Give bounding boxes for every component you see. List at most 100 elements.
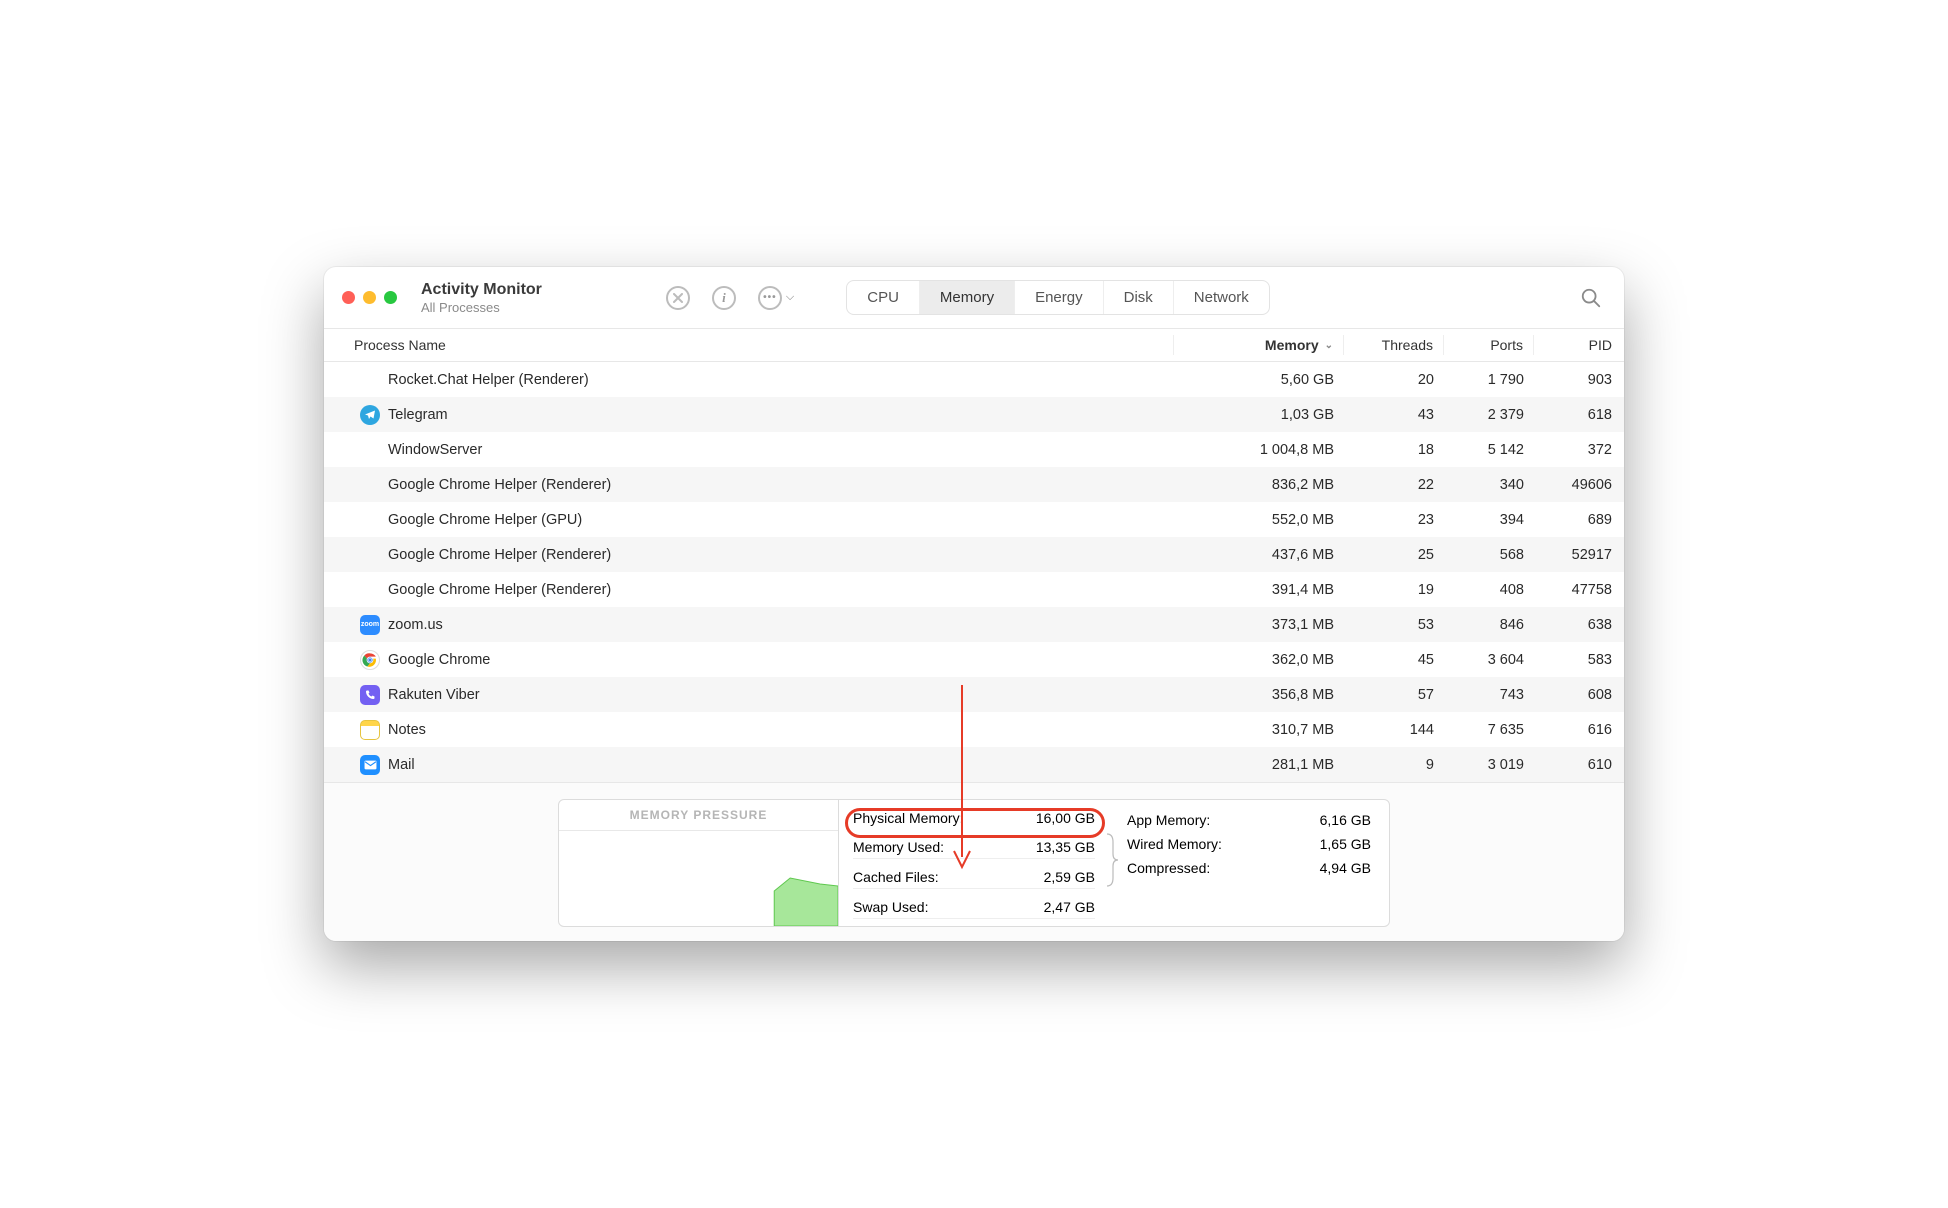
process-pid: 372	[1534, 442, 1624, 458]
memory-used-label: Memory Used:	[853, 839, 944, 855]
info-button[interactable]: i	[712, 286, 736, 310]
table-row[interactable]: Google Chrome362,0 MB453 604583	[324, 642, 1624, 677]
bracket-icon	[1105, 832, 1119, 888]
memory-stats-box: MEMORY PRESSURE Physical Memory: 16,00 G…	[558, 799, 1390, 927]
compressed-value: 4,94 GB	[1320, 860, 1371, 876]
table-row[interactable]: WindowServer1 004,8 MB185 142372	[324, 432, 1624, 467]
tab-cpu[interactable]: CPU	[847, 281, 920, 314]
process-memory: 437,6 MB	[1174, 547, 1344, 563]
process-pid: 52917	[1534, 547, 1624, 563]
process-pid: 616	[1534, 722, 1624, 738]
table-row[interactable]: Notes310,7 MB1447 635616	[324, 712, 1624, 747]
tab-energy[interactable]: Energy	[1015, 281, 1104, 314]
swap-used-value: 2,47 GB	[1044, 899, 1095, 915]
minimize-window-button[interactable]	[363, 291, 376, 304]
tab-disk[interactable]: Disk	[1104, 281, 1174, 314]
col-ports[interactable]: Ports	[1444, 335, 1534, 355]
process-name: Notes	[388, 722, 1174, 738]
process-memory: 281,1 MB	[1174, 757, 1344, 773]
activity-monitor-window: Activity Monitor All Processes i ••• ⌵ C…	[324, 267, 1624, 941]
table-row[interactable]: Rakuten Viber356,8 MB57743608	[324, 677, 1624, 712]
telegram-icon	[360, 405, 380, 425]
process-memory: 310,7 MB	[1174, 722, 1344, 738]
process-threads: 45	[1344, 652, 1444, 668]
title-block: Activity Monitor All Processes	[421, 281, 542, 315]
process-memory: 836,2 MB	[1174, 477, 1344, 493]
process-pid: 608	[1534, 687, 1624, 703]
process-name: WindowServer	[388, 442, 1174, 458]
physical-memory-label: Physical Memory:	[853, 810, 963, 826]
more-menu-button[interactable]: ••• ⌵	[758, 286, 794, 310]
table-row[interactable]: Telegram1,03 GB432 379618	[324, 397, 1624, 432]
process-threads: 9	[1344, 757, 1444, 773]
swap-used-label: Swap Used:	[853, 899, 928, 915]
process-threads: 53	[1344, 617, 1444, 633]
process-threads: 19	[1344, 582, 1444, 598]
row-icon-cell	[324, 650, 388, 670]
zoom-icon: zoom	[360, 615, 380, 635]
process-name: Google Chrome Helper (Renderer)	[388, 582, 1174, 598]
process-name: Rocket.Chat Helper (Renderer)	[388, 372, 1174, 388]
wired-memory-label: Wired Memory:	[1127, 836, 1222, 852]
col-threads[interactable]: Threads	[1344, 335, 1444, 355]
compressed-label: Compressed:	[1127, 860, 1210, 876]
col-pid[interactable]: PID	[1534, 335, 1624, 355]
chrome-icon	[360, 650, 380, 670]
wired-memory-value: 1,65 GB	[1320, 836, 1371, 852]
process-ports: 5 142	[1444, 442, 1534, 458]
process-name: Google Chrome Helper (Renderer)	[388, 547, 1174, 563]
search-button[interactable]	[1580, 287, 1602, 309]
memory-stats-primary: Physical Memory: 16,00 GB Memory Used: 1…	[839, 800, 1109, 926]
process-ports: 394	[1444, 512, 1534, 528]
table-row[interactable]: zoomzoom.us373,1 MB53846638	[324, 607, 1624, 642]
row-icon-cell	[324, 720, 388, 740]
process-pid: 49606	[1534, 477, 1624, 493]
table-row[interactable]: Google Chrome Helper (Renderer)836,2 MB2…	[324, 467, 1624, 502]
table-row[interactable]: Mail281,1 MB93 019610	[324, 747, 1624, 782]
close-window-button[interactable]	[342, 291, 355, 304]
notes-icon	[360, 720, 380, 740]
process-pid: 638	[1534, 617, 1624, 633]
row-icon-cell	[324, 440, 388, 460]
physical-memory-value: 16,00 GB	[1036, 810, 1095, 826]
tab-bar: CPU Memory Energy Disk Network	[846, 280, 1270, 315]
process-ports: 743	[1444, 687, 1534, 703]
memory-pressure-panel: MEMORY PRESSURE	[559, 800, 839, 926]
stop-process-button[interactable]	[666, 286, 690, 310]
process-ports: 2 379	[1444, 407, 1534, 423]
memory-used-value: 13,35 GB	[1036, 839, 1095, 855]
memory-pressure-chart	[559, 831, 838, 926]
row-icon-cell	[324, 370, 388, 390]
window-subtitle: All Processes	[421, 300, 542, 315]
col-process-name[interactable]: Process Name	[324, 335, 1174, 355]
sort-descending-icon: ⌄	[1325, 340, 1333, 351]
tab-memory[interactable]: Memory	[920, 281, 1015, 314]
more-icon: •••	[763, 293, 777, 303]
col-memory[interactable]: Memory ⌄	[1174, 335, 1344, 355]
process-ports: 568	[1444, 547, 1534, 563]
table-row[interactable]: Rocket.Chat Helper (Renderer)5,60 GB201 …	[324, 362, 1624, 397]
table-row[interactable]: Google Chrome Helper (Renderer)391,4 MB1…	[324, 572, 1624, 607]
table-row[interactable]: Google Chrome Helper (GPU)552,0 MB233946…	[324, 502, 1624, 537]
process-pid: 583	[1534, 652, 1624, 668]
memory-pressure-title: MEMORY PRESSURE	[559, 800, 838, 831]
row-icon-cell	[324, 685, 388, 705]
process-name: Telegram	[388, 407, 1174, 423]
footer-panel: MEMORY PRESSURE Physical Memory: 16,00 G…	[324, 782, 1624, 941]
app-memory-label: App Memory:	[1127, 812, 1210, 828]
fullscreen-window-button[interactable]	[384, 291, 397, 304]
process-name: zoom.us	[388, 617, 1174, 633]
tab-network[interactable]: Network	[1174, 281, 1269, 314]
process-memory: 1,03 GB	[1174, 407, 1344, 423]
titlebar: Activity Monitor All Processes i ••• ⌵ C…	[324, 267, 1624, 329]
row-icon-cell	[324, 545, 388, 565]
process-table: Rocket.Chat Helper (Renderer)5,60 GB201 …	[324, 362, 1624, 782]
viber-icon	[360, 685, 380, 705]
memory-stats-secondary: App Memory: 6,16 GB Wired Memory: 1,65 G…	[1109, 800, 1389, 926]
table-row[interactable]: Google Chrome Helper (Renderer)437,6 MB2…	[324, 537, 1624, 572]
process-pid: 689	[1534, 512, 1624, 528]
process-threads: 144	[1344, 722, 1444, 738]
toolbar-icons: i ••• ⌵	[666, 286, 794, 310]
col-memory-label: Memory	[1265, 337, 1319, 353]
process-threads: 22	[1344, 477, 1444, 493]
